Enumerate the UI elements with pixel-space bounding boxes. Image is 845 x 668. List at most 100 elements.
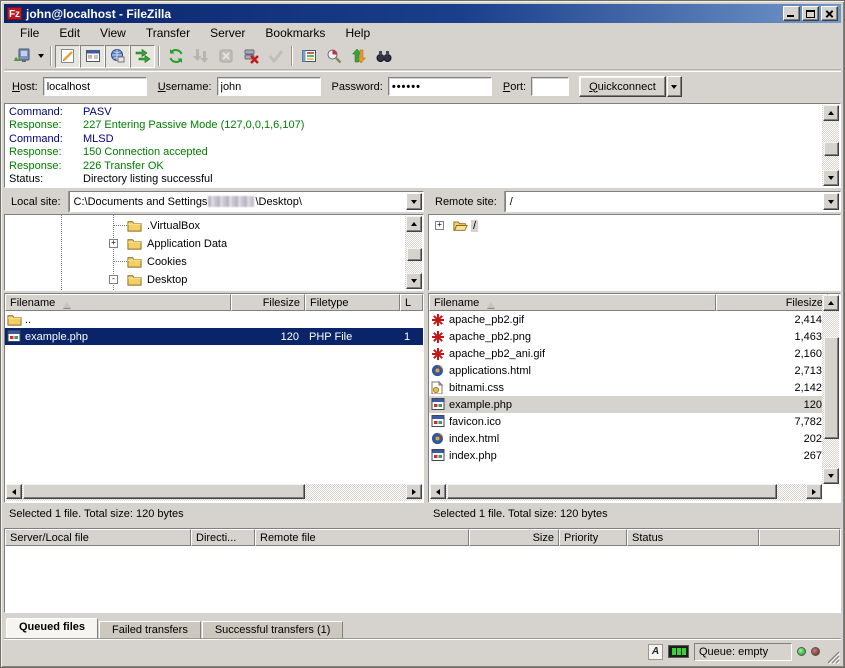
- window-title: john@localhost - FileZilla: [26, 7, 781, 21]
- tab-queued-files[interactable]: Queued files: [6, 618, 98, 639]
- speed-limit-icon[interactable]: [668, 645, 689, 658]
- host-input[interactable]: [43, 77, 147, 96]
- local-site-combobox[interactable]: C:\Documents and Settings\Desktop\: [69, 191, 424, 212]
- scrollbar-thumb[interactable]: [407, 248, 422, 261]
- disconnect-icon[interactable]: [238, 45, 263, 68]
- remote-site-combobox[interactable]: /: [505, 191, 841, 212]
- tree-item[interactable]: - Desktop: [127, 271, 189, 288]
- tree-item-label: Application Data: [145, 238, 229, 250]
- minimize-button[interactable]: [783, 6, 800, 21]
- file-row[interactable]: ..: [5, 311, 423, 328]
- refresh-icon[interactable]: [163, 45, 188, 68]
- log-text: 227 Entering Passive Mode (127,0,0,1,6,1…: [83, 119, 304, 131]
- chevron-down-icon[interactable]: [823, 193, 839, 210]
- tree-item[interactable]: + /: [453, 217, 478, 234]
- log-scrollbar[interactable]: [822, 105, 839, 186]
- ascii-datatype-icon[interactable]: A: [648, 644, 663, 660]
- file-row-selected[interactable]: example.php 120 PHP File 1: [5, 328, 423, 345]
- cancel-operation-icon[interactable]: [213, 45, 238, 68]
- file-row[interactable]: favicon.ico 7,782: [429, 413, 823, 430]
- menu-view[interactable]: View: [90, 24, 136, 42]
- column-header-size[interactable]: Size: [469, 529, 559, 546]
- column-header-filesize[interactable]: Filesize: [231, 294, 305, 311]
- remote-list-scrollbar[interactable]: [822, 295, 839, 484]
- folder-icon: [127, 237, 142, 250]
- quickconnect-button[interactable]: Quickconnect: [579, 76, 666, 97]
- column-header-lastmodified[interactable]: L: [400, 294, 423, 311]
- username-input[interactable]: [217, 77, 321, 96]
- reconnect-icon[interactable]: [263, 45, 288, 68]
- scroll-up-icon[interactable]: [823, 295, 839, 311]
- file-row[interactable]: index.html 202: [429, 430, 823, 447]
- tree-item[interactable]: + Application Data: [127, 235, 229, 252]
- column-header-server-local-file[interactable]: Server/Local file: [5, 529, 191, 546]
- scroll-down-icon[interactable]: [823, 468, 839, 484]
- column-header-filename[interactable]: Filename: [429, 294, 716, 311]
- port-input[interactable]: [531, 77, 569, 96]
- quickconnect-dropdown-icon[interactable]: [667, 76, 682, 97]
- remote-list-hscrollbar[interactable]: [430, 484, 822, 501]
- column-header-priority[interactable]: Priority: [559, 529, 627, 546]
- filter-icon[interactable]: [296, 45, 321, 68]
- process-queue-icon[interactable]: [188, 45, 213, 68]
- scroll-right-icon[interactable]: [806, 484, 822, 499]
- maximize-button[interactable]: [802, 6, 819, 21]
- synchronized-browsing-icon[interactable]: [346, 45, 371, 68]
- resize-grip[interactable]: [825, 649, 840, 664]
- column-header-direction[interactable]: Directi...: [191, 529, 255, 546]
- scrollbar-thumb[interactable]: [23, 484, 305, 499]
- titlebar[interactable]: Fz john@localhost - FileZilla: [4, 4, 841, 23]
- password-input[interactable]: [388, 77, 492, 96]
- scrollbar-thumb[interactable]: [447, 484, 777, 499]
- collapse-minus-icon[interactable]: -: [109, 275, 118, 284]
- scroll-right-icon[interactable]: [406, 484, 422, 499]
- file-row[interactable]: bitnami.css 2,142: [429, 379, 823, 396]
- menu-file[interactable]: File: [10, 24, 49, 42]
- tab-failed-transfers[interactable]: Failed transfers: [99, 621, 201, 639]
- tree-item[interactable]: Cookies: [127, 253, 189, 270]
- toggle-remote-tree-icon[interactable]: [105, 45, 130, 68]
- column-header-filename[interactable]: Filename: [5, 294, 231, 311]
- column-header-status[interactable]: Status: [627, 529, 759, 546]
- remote-site-bar: Remote site: /: [428, 191, 841, 212]
- scrollbar-thumb[interactable]: [824, 142, 839, 156]
- file-row[interactable]: apache_pb2_ani.gif 2,160: [429, 345, 823, 362]
- menu-help[interactable]: Help: [335, 24, 380, 42]
- scrollbar-thumb[interactable]: [824, 337, 839, 439]
- close-button[interactable]: [821, 6, 838, 21]
- file-row[interactable]: apache_pb2.png 1,463: [429, 328, 823, 345]
- scroll-down-icon[interactable]: [406, 273, 422, 289]
- column-header-remote-file[interactable]: Remote file: [255, 529, 469, 546]
- expand-plus-icon[interactable]: +: [435, 221, 444, 230]
- site-manager-dropdown-icon[interactable]: [34, 45, 47, 68]
- scroll-up-icon[interactable]: [406, 216, 422, 232]
- toggle-local-tree-icon[interactable]: [80, 45, 105, 68]
- column-header-filetype[interactable]: Filetype: [305, 294, 400, 311]
- scroll-left-icon[interactable]: [6, 484, 22, 499]
- column-header-filesize[interactable]: Filesize: [716, 294, 828, 311]
- scroll-up-icon[interactable]: [823, 105, 839, 121]
- local-list-hscrollbar[interactable]: [6, 484, 422, 501]
- file-row[interactable]: applications.html 2,713: [429, 362, 823, 379]
- file-row[interactable]: apache_pb2.gif 2,414: [429, 311, 823, 328]
- tree-item[interactable]: .VirtualBox: [127, 217, 202, 234]
- chevron-down-icon[interactable]: [406, 193, 422, 210]
- scroll-left-icon[interactable]: [430, 484, 446, 499]
- file-row-selected[interactable]: example.php 120: [429, 396, 823, 413]
- folder-icon: [127, 273, 142, 286]
- tab-successful-transfers[interactable]: Successful transfers (1): [202, 621, 344, 639]
- scroll-down-icon[interactable]: [823, 170, 839, 186]
- find-files-icon[interactable]: [371, 45, 396, 68]
- menu-bookmarks[interactable]: Bookmarks: [255, 24, 335, 42]
- password-label: Password:: [332, 81, 383, 93]
- site-manager-icon[interactable]: [9, 45, 34, 68]
- toggle-message-log-icon[interactable]: [55, 45, 80, 68]
- directory-comparison-icon[interactable]: [321, 45, 346, 68]
- menu-edit[interactable]: Edit: [49, 24, 90, 42]
- menu-transfer[interactable]: Transfer: [136, 24, 200, 42]
- local-tree-scrollbar[interactable]: [405, 216, 422, 289]
- file-row[interactable]: index.php 267: [429, 447, 823, 464]
- expand-plus-icon[interactable]: +: [109, 239, 118, 248]
- toggle-transfer-queue-icon[interactable]: [130, 45, 155, 68]
- menu-server[interactable]: Server: [200, 24, 255, 42]
